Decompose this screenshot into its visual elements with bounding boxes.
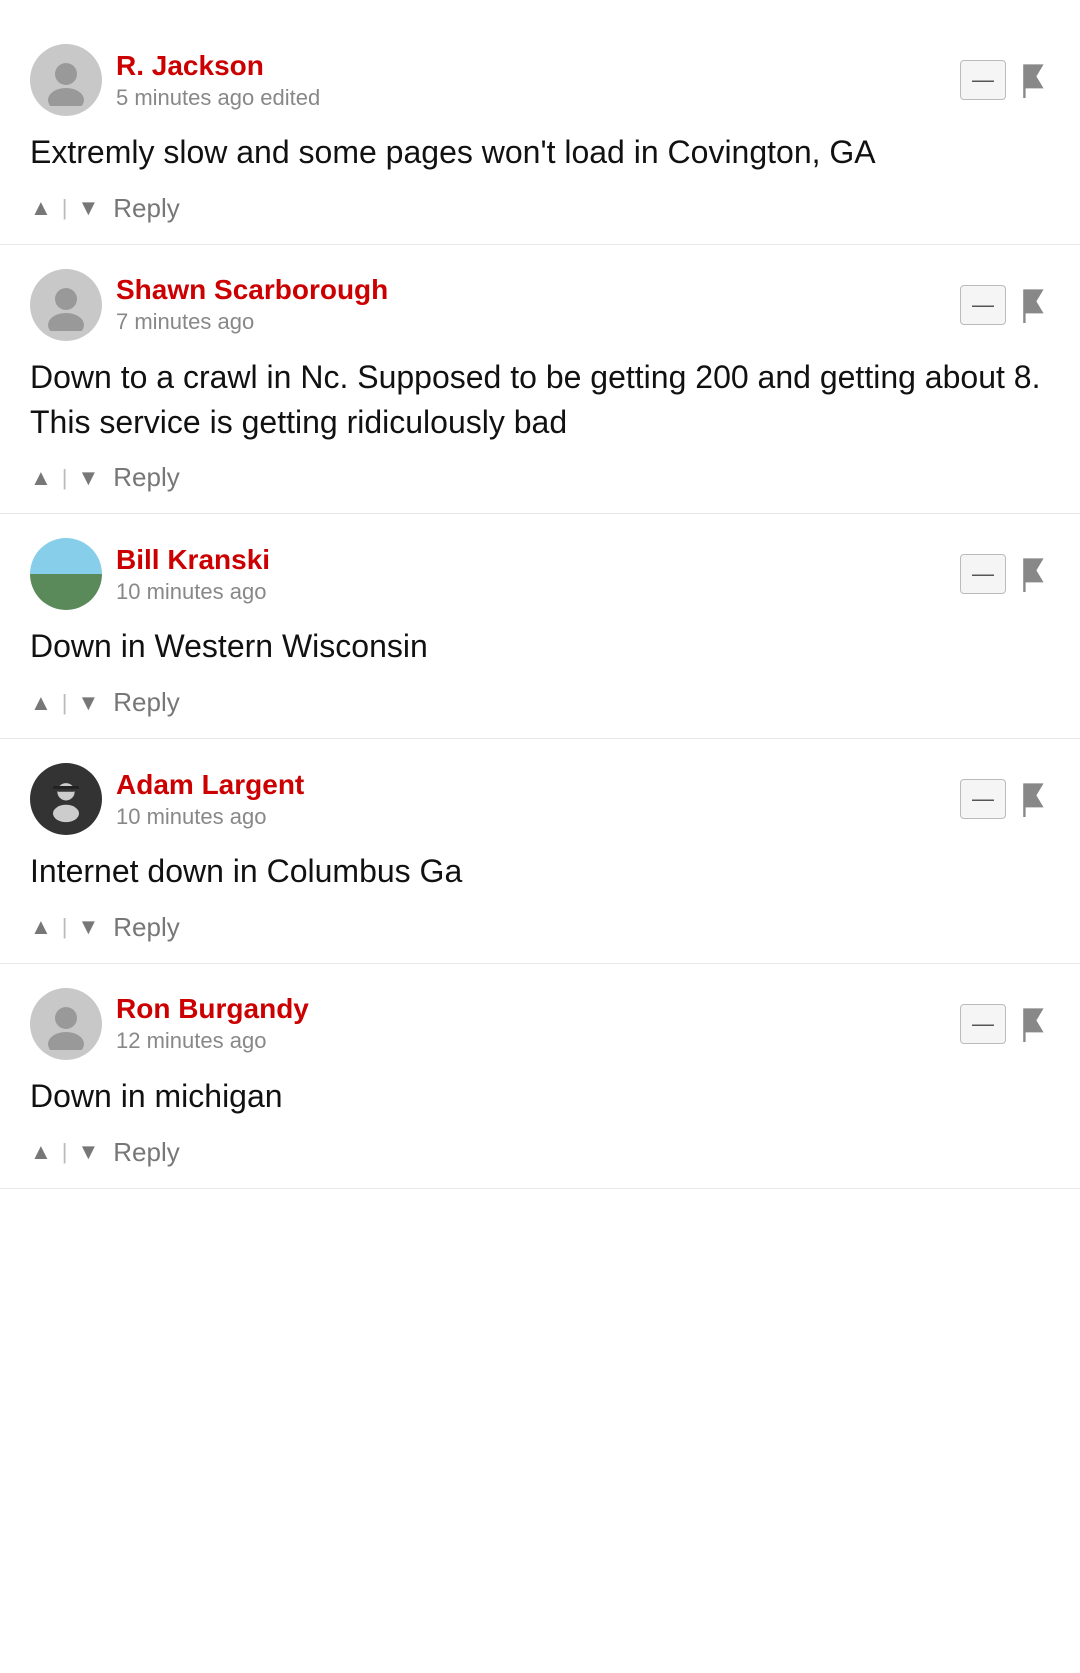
avatar: [30, 269, 102, 341]
timestamp: 10 minutes ago: [116, 804, 304, 830]
reply-button[interactable]: Reply: [113, 462, 179, 493]
reply-button[interactable]: Reply: [113, 687, 179, 718]
timestamp: 12 minutes ago: [116, 1028, 309, 1054]
comment-body: Extremly slow and some pages won't load …: [30, 130, 1050, 175]
reply-button[interactable]: Reply: [113, 912, 179, 943]
comment-header-left: R. Jackson 5 minutes ago edited: [30, 44, 320, 116]
comment-sscarborough: Shawn Scarborough 7 minutes ago — Down t…: [0, 245, 1080, 515]
comment-actions-right: —: [960, 285, 1050, 325]
upvote-button[interactable]: ▲: [30, 690, 52, 716]
comment-header: Adam Largent 10 minutes ago —: [30, 763, 1050, 835]
flag-icon[interactable]: [1018, 287, 1050, 323]
user-info: Ron Burgandy 12 minutes ago: [116, 993, 309, 1054]
vote-separator: |: [62, 914, 68, 940]
vote-row: ▲ | ▼ Reply: [30, 1137, 1050, 1178]
comment-rburgandy: Ron Burgandy 12 minutes ago — Down in mi…: [0, 964, 1080, 1189]
timestamp: 5 minutes ago edited: [116, 85, 320, 111]
comment-actions-right: —: [960, 554, 1050, 594]
comment-header-left: Shawn Scarborough 7 minutes ago: [30, 269, 388, 341]
timestamp: 10 minutes ago: [116, 579, 270, 605]
user-info: R. Jackson 5 minutes ago edited: [116, 50, 320, 111]
comment-header: Bill Kranski 10 minutes ago —: [30, 538, 1050, 610]
comment-rjackson: R. Jackson 5 minutes ago edited — Extrem…: [0, 20, 1080, 245]
vote-row: ▲ | ▼ Reply: [30, 193, 1050, 234]
comment-header-left: Bill Kranski 10 minutes ago: [30, 538, 270, 610]
upvote-button[interactable]: ▲: [30, 914, 52, 940]
reply-button[interactable]: Reply: [113, 1137, 179, 1168]
flag-icon[interactable]: [1018, 1006, 1050, 1042]
comment-actions-right: —: [960, 1004, 1050, 1044]
username[interactable]: Adam Largent: [116, 769, 304, 801]
comment-actions-right: —: [960, 60, 1050, 100]
comment-header: Shawn Scarborough 7 minutes ago —: [30, 269, 1050, 341]
avatar: [30, 538, 102, 610]
comment-header-left: Ron Burgandy 12 minutes ago: [30, 988, 309, 1060]
username[interactable]: R. Jackson: [116, 50, 320, 82]
username[interactable]: Ron Burgandy: [116, 993, 309, 1025]
user-info: Shawn Scarborough 7 minutes ago: [116, 274, 388, 335]
avatar: [30, 44, 102, 116]
upvote-button[interactable]: ▲: [30, 195, 52, 221]
collapse-button[interactable]: —: [960, 1004, 1006, 1044]
flag-icon[interactable]: [1018, 781, 1050, 817]
comment-header-left: Adam Largent 10 minutes ago: [30, 763, 304, 835]
vote-separator: |: [62, 195, 68, 221]
comment-alargent: Adam Largent 10 minutes ago — Internet d…: [0, 739, 1080, 964]
downvote-button[interactable]: ▼: [78, 1139, 100, 1165]
upvote-button[interactable]: ▲: [30, 465, 52, 491]
comment-bkranski: Bill Kranski 10 minutes ago — Down in We…: [0, 514, 1080, 739]
downvote-button[interactable]: ▼: [78, 195, 100, 221]
vote-separator: |: [62, 690, 68, 716]
flag-icon[interactable]: [1018, 556, 1050, 592]
collapse-button[interactable]: —: [960, 60, 1006, 100]
comment-actions-right: —: [960, 779, 1050, 819]
downvote-button[interactable]: ▼: [78, 465, 100, 491]
comment-body: Internet down in Columbus Ga: [30, 849, 1050, 894]
user-info: Bill Kranski 10 minutes ago: [116, 544, 270, 605]
vote-separator: |: [62, 465, 68, 491]
comments-list: R. Jackson 5 minutes ago edited — Extrem…: [0, 0, 1080, 1209]
vote-separator: |: [62, 1139, 68, 1165]
vote-row: ▲ | ▼ Reply: [30, 462, 1050, 503]
comment-body: Down to a crawl in Nc. Supposed to be ge…: [30, 355, 1050, 445]
downvote-button[interactable]: ▼: [78, 690, 100, 716]
user-info: Adam Largent 10 minutes ago: [116, 769, 304, 830]
collapse-button[interactable]: —: [960, 285, 1006, 325]
avatar: [30, 988, 102, 1060]
avatar: [30, 763, 102, 835]
username[interactable]: Shawn Scarborough: [116, 274, 388, 306]
vote-row: ▲ | ▼ Reply: [30, 912, 1050, 953]
flag-icon[interactable]: [1018, 62, 1050, 98]
vote-row: ▲ | ▼ Reply: [30, 687, 1050, 728]
username[interactable]: Bill Kranski: [116, 544, 270, 576]
comment-header: R. Jackson 5 minutes ago edited —: [30, 44, 1050, 116]
upvote-button[interactable]: ▲: [30, 1139, 52, 1165]
reply-button[interactable]: Reply: [113, 193, 179, 224]
downvote-button[interactable]: ▼: [78, 914, 100, 940]
collapse-button[interactable]: —: [960, 554, 1006, 594]
comment-body: Down in Western Wisconsin: [30, 624, 1050, 669]
collapse-button[interactable]: —: [960, 779, 1006, 819]
comment-header: Ron Burgandy 12 minutes ago —: [30, 988, 1050, 1060]
timestamp: 7 minutes ago: [116, 309, 388, 335]
comment-body: Down in michigan: [30, 1074, 1050, 1119]
